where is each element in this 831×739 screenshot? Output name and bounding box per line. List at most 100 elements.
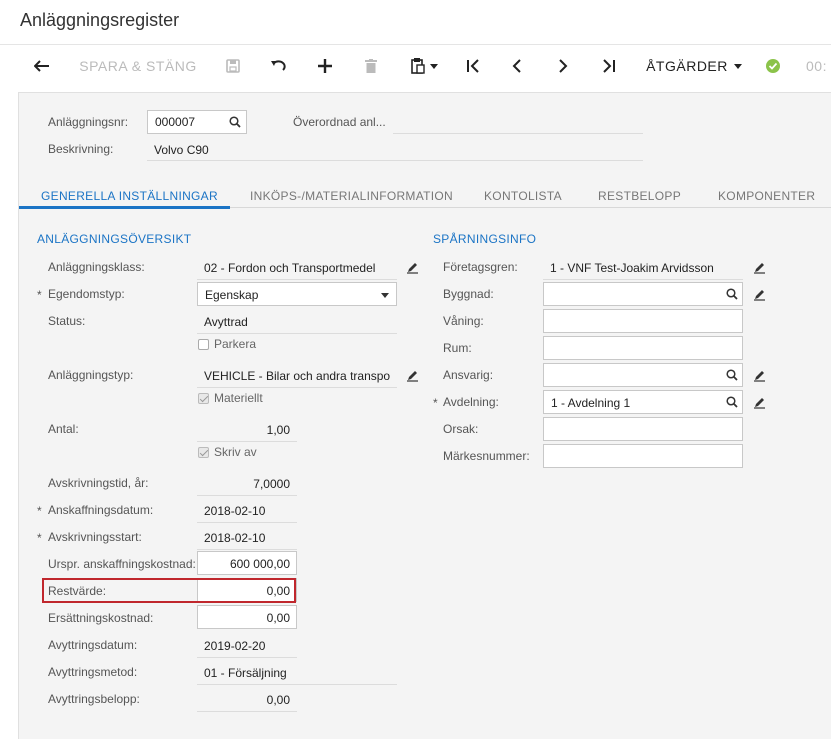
building-label: Byggnad: [443,287,494,301]
reason-input[interactable] [543,417,743,441]
quantity-underline [197,441,297,442]
required-marker: * [37,504,42,518]
disposal-amount-value: 0,00 [266,693,290,707]
tag-number-input[interactable] [543,444,743,468]
depreciate-label: Skriv av [214,445,257,459]
depreciation-start-underline [197,549,297,550]
next-record-button[interactable] [550,45,576,87]
department-input[interactable]: 1 - Avdelning 1 [543,390,743,414]
property-type-select[interactable]: Egenskap [197,282,397,306]
first-icon [467,59,479,73]
original-cost-input[interactable]: 600 000,00 [197,551,297,575]
description-label: Beskrivning: [48,142,114,156]
disposal-date-label: Avyttringsdatum: [48,638,138,652]
asset-type-label: Anläggningstyp: [48,368,134,382]
tab-purchase-material-info[interactable]: INKÖPS-/MATERIALINFORMATION [250,189,453,203]
branch-value[interactable]: 1 - VNF Test-Joakim Arvidsson [550,261,740,275]
room-input[interactable] [543,336,743,360]
disposal-date-underline [197,657,297,658]
custodian-input[interactable] [543,363,743,387]
toolbar: SPARA & STÄNG ÅTGÄRDER 00: [0,44,831,87]
disposal-method-value: 01 - Försäljning [204,666,287,680]
approve-button[interactable] [760,45,786,87]
depreciation-start-value[interactable]: 2018-02-10 [204,531,265,545]
disposal-method-underline [197,684,397,685]
floppy-disk-icon [226,59,240,73]
undo-button[interactable] [266,45,292,87]
disposal-method-label: Avyttringsmetod: [48,665,138,679]
search-icon[interactable] [725,287,739,301]
building-input[interactable] [543,282,743,306]
first-record-button[interactable] [460,45,486,87]
quantity-value: 1,00 [266,423,290,437]
caret-down-icon[interactable] [378,288,392,302]
search-icon[interactable] [725,395,739,409]
disposal-amount-label: Avyttringsbelopp: [48,692,140,706]
status-underline [197,333,397,334]
acquisition-date-value[interactable]: 2018-02-10 [204,504,265,518]
page-title: Anläggningsregister [20,10,180,30]
park-label: Parkera [214,337,257,351]
parent-asset-field[interactable] [393,133,643,134]
add-button[interactable] [312,45,338,87]
room-label: Rum: [443,341,472,355]
tab-balance[interactable]: RESTBELOPP [598,189,681,203]
delete-button[interactable] [358,45,384,87]
property-type-label: Egendomstyp: [48,287,125,301]
required-marker: * [37,288,42,302]
asset-type-value[interactable]: VEHICLE - Bilar och andra transpo [204,369,394,383]
useful-life-underline [197,495,297,496]
back-arrow-icon [34,60,49,72]
search-icon[interactable] [725,368,739,382]
clipboard-icon [410,58,425,74]
last-record-button[interactable] [596,45,622,87]
parent-asset-label: Överordnad anl... [293,115,386,129]
asset-nr-field[interactable]: 000007 [147,110,247,134]
useful-life-value: 7,0000 [253,477,290,491]
material-label: Materiellt [214,391,263,405]
replacement-cost-label: Ersättningskostnad: [48,611,154,625]
back-button[interactable] [28,45,56,87]
tab-components[interactable]: KOMPONENTER [718,189,815,203]
chevron-left-icon [512,59,521,73]
disposal-amount-underline [197,711,297,712]
quantity-label: Antal: [48,422,79,436]
paste-dropdown-button[interactable] [404,45,444,87]
tracking-info-heading: SPÅRNINGSINFO [433,232,537,246]
active-tab-indicator [19,206,230,209]
description-value[interactable]: Volvo C90 [154,143,209,157]
asset-type-underline [197,387,397,388]
asset-overview-heading: ANLÄGGNINGSÖVERSIKT [37,232,192,246]
original-cost-label: Urspr. anskaffningskostnad: [48,557,196,571]
salvage-value-highlight [42,578,296,603]
acquisition-date-underline [197,522,297,523]
asset-class-value[interactable]: 02 - Fordon och Transportmedel [204,261,394,275]
search-icon[interactable] [228,115,242,129]
timer-display: 00: [806,58,827,74]
tab-account-list[interactable]: KONTOLISTA [484,189,562,203]
pencil-edit-icon[interactable] [752,260,766,274]
pencil-edit-icon[interactable] [405,260,419,274]
replacement-cost-input[interactable]: 0,00 [197,605,297,629]
previous-record-button[interactable] [504,45,530,87]
material-checkbox[interactable] [198,393,209,404]
custodian-label: Ansvarig: [443,368,494,382]
pencil-edit-icon[interactable] [405,368,419,382]
branch-underline [543,279,743,280]
asset-nr-label: Anläggningsnr: [48,115,129,129]
useful-life-label: Avskrivningstid, år: [48,476,149,490]
park-checkbox[interactable] [198,339,209,350]
check-circle-icon [766,59,780,73]
depreciate-checkbox[interactable] [198,447,209,458]
pencil-edit-icon[interactable] [752,368,766,382]
floor-input[interactable] [543,309,743,333]
required-marker: * [37,531,42,545]
save-close-button[interactable]: SPARA & STÄNG [74,45,202,87]
save-button[interactable] [220,45,246,87]
undo-icon [271,60,286,71]
actions-menu-button[interactable]: ÅTGÄRDER [640,45,748,87]
caret-down-icon [733,63,742,69]
tab-general-settings[interactable]: GENERELLA INSTÄLLNINGAR [41,189,218,203]
pencil-edit-icon[interactable] [752,287,766,301]
pencil-edit-icon[interactable] [752,395,766,409]
